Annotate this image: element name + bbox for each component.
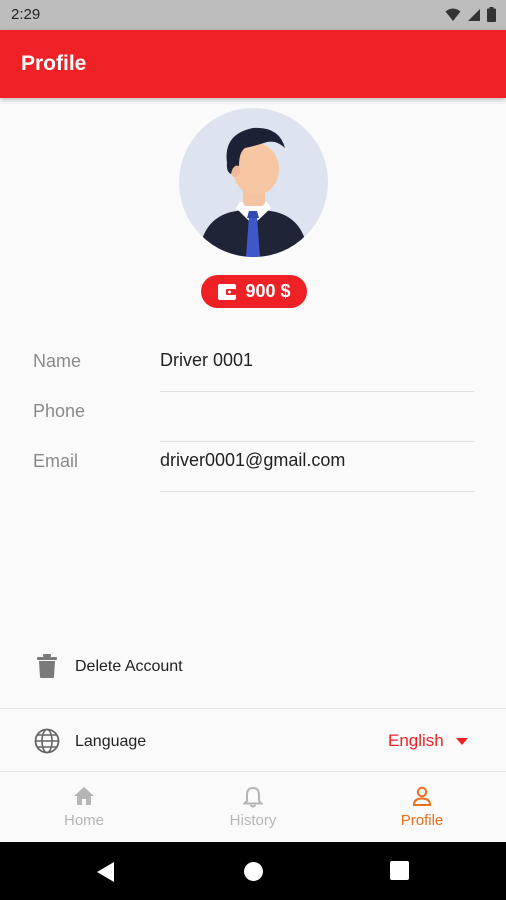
nav-history[interactable]: History (169, 772, 337, 842)
phone-row: Phone (0, 392, 506, 442)
nav-home[interactable]: Home (0, 772, 168, 842)
status-bar: 2:29 (0, 0, 506, 30)
caret-down-icon (455, 737, 468, 745)
nav-history-label: History (229, 812, 277, 829)
nav-profile-label: Profile (400, 812, 444, 829)
status-time: 2:29 (11, 6, 41, 23)
delete-account-button[interactable]: Delete Account (0, 640, 506, 692)
language-row: Language English (0, 715, 506, 769)
email-label: Email (33, 451, 79, 471)
nav-profile[interactable]: Profile (338, 772, 506, 842)
person-icon (412, 786, 432, 806)
bottom-nav: Home History Profile (0, 772, 506, 842)
wifi-icon (445, 8, 461, 21)
language-dropdown[interactable]: English (388, 731, 468, 751)
avatar (179, 108, 328, 257)
language-value: English (388, 731, 444, 750)
trash-icon (37, 654, 57, 678)
bell-icon (243, 786, 263, 808)
divider (0, 708, 506, 709)
home-circle-icon[interactable] (243, 861, 264, 882)
home-icon (74, 787, 94, 805)
status-icons (445, 7, 496, 22)
page-title: Profile (21, 52, 87, 75)
wallet-icon (218, 283, 237, 300)
signal-icon (468, 8, 480, 21)
name-row: Name Driver 0001 (0, 342, 506, 392)
recents-icon[interactable] (390, 861, 409, 880)
divider (160, 491, 474, 492)
app-bar: Profile (0, 30, 506, 98)
nav-home-label: Home (63, 812, 104, 829)
language-label: Language (75, 733, 147, 750)
driver-avatar-icon (199, 127, 308, 257)
email-value: driver0001@gmail.com (160, 450, 346, 470)
back-icon[interactable] (96, 861, 116, 883)
name-value: Driver 0001 (160, 350, 254, 370)
system-nav-bar (0, 842, 506, 900)
battery-icon (487, 7, 496, 22)
globe-icon (34, 728, 60, 754)
delete-account-label: Delete Account (75, 658, 183, 675)
balance-badge: 900 $ (201, 275, 307, 308)
phone-label: Phone (33, 401, 86, 421)
email-row: Email driver0001@gmail.com (0, 442, 506, 492)
balance-amount: 900 $ (245, 281, 291, 301)
name-label: Name (33, 351, 82, 371)
